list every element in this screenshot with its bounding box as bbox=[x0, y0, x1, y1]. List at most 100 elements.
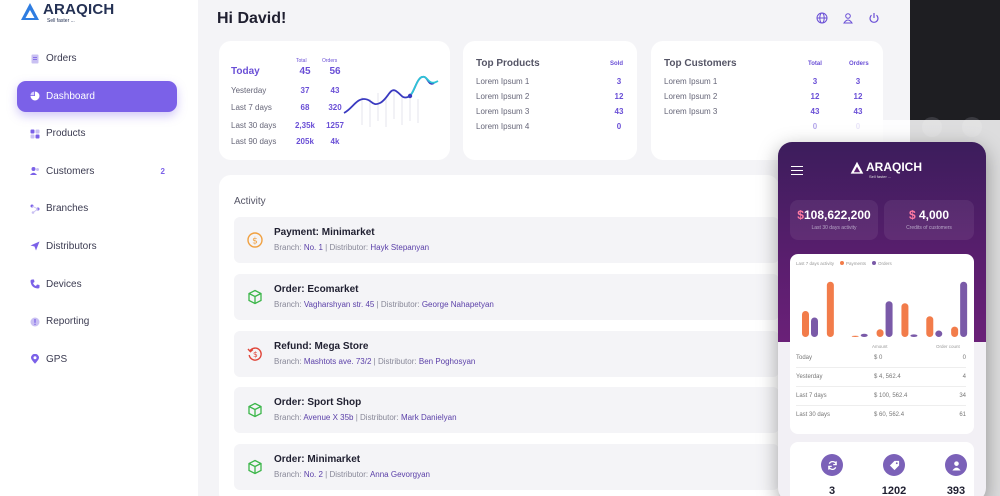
bar-orders-1 bbox=[811, 317, 818, 337]
activity-item[interactable]: Order: Ecomarket Branch: Vagharshyan str… bbox=[234, 274, 779, 320]
period-amount: $ 4, 562.4 bbox=[874, 374, 901, 380]
branch-link[interactable]: No. 2 bbox=[304, 470, 323, 479]
stats-label: Last 7 days bbox=[231, 103, 272, 112]
table-row: Last 7 days $ 100, 562.4 34 bbox=[796, 387, 966, 406]
period-amount: $ 100, 562.4 bbox=[874, 393, 908, 399]
top-products-title: Top Products bbox=[476, 58, 540, 69]
table-row: Last 30 days $ 60, 562.4 61 bbox=[796, 406, 966, 425]
stats-orders: 4k bbox=[330, 137, 340, 146]
legend-label: Orders bbox=[878, 261, 892, 266]
info-icon bbox=[30, 317, 40, 327]
col-head-total: Total bbox=[808, 61, 822, 67]
list-item[interactable]: Lorem Ipsum 2 12 12 bbox=[664, 92, 874, 101]
bar-payments-6 bbox=[926, 316, 934, 337]
user-icon[interactable] bbox=[840, 10, 856, 26]
stats-total: 205k bbox=[296, 137, 314, 146]
legend-item-orders: Orders bbox=[872, 261, 892, 266]
distributor-link[interactable]: Ben Poghosyan bbox=[419, 357, 476, 366]
brand-logo[interactable]: ARAQICH Sell faster ... bbox=[20, 2, 114, 24]
globe-icon[interactable] bbox=[814, 10, 830, 26]
period-count: 4 bbox=[962, 374, 966, 380]
product-name: Lorem Ipsum 1 bbox=[476, 77, 530, 86]
customer-name: Lorem Ipsum 2 bbox=[664, 92, 718, 101]
list-item[interactable]: Lorem Ipsum 1 3 bbox=[476, 77, 626, 86]
sidebar-item-label: Branches bbox=[46, 203, 89, 215]
sidebar-item-reporting[interactable]: Reporting bbox=[17, 306, 177, 337]
list-item[interactable]: Lorem Ipsum 3 43 bbox=[476, 107, 626, 116]
activity-item-title: Order: Sport Shop bbox=[274, 397, 362, 408]
legend-dot bbox=[840, 261, 845, 265]
branch-link[interactable]: Avenue X 35b bbox=[303, 413, 353, 422]
list-item[interactable]: Lorem Ipsum 2 12 bbox=[476, 92, 626, 101]
summary-tile[interactable]: 3 bbox=[812, 454, 852, 496]
activity-item-details: Branch: No. 1 | Distributor: Hayk Stepan… bbox=[274, 243, 430, 252]
branch-label: Branch: bbox=[274, 413, 302, 422]
sidebar-item-gps[interactable]: GPS bbox=[17, 344, 177, 375]
period-amount: $ 60, 562.4 bbox=[874, 412, 905, 418]
top-products-card: Top Products Sold Lorem Ipsum 1 3 Lorem I… bbox=[463, 41, 637, 160]
bar-orders-4 bbox=[885, 301, 893, 337]
activity-item[interactable]: $ Payment: Minimarket Branch: No. 1 | Di… bbox=[234, 217, 779, 263]
stats-head-orders: Orders bbox=[322, 58, 338, 64]
stats-row: Last 7 days 68 320 bbox=[231, 103, 350, 112]
summary-value: 1202 bbox=[881, 485, 907, 496]
hamburger-menu-icon[interactable] bbox=[791, 166, 803, 175]
bar-orders-5 bbox=[910, 334, 918, 337]
sidebar-item-customers[interactable]: Customers 2 bbox=[17, 156, 177, 187]
sidebar-item-products[interactable]: Products bbox=[17, 118, 177, 149]
product-name: Lorem Ipsum 4 bbox=[476, 122, 530, 131]
list-item[interactable]: Lorem Ipsum 4 0 bbox=[476, 122, 626, 131]
period-count: 0 bbox=[962, 355, 966, 361]
sidebar-item-devices[interactable]: Devices bbox=[17, 269, 177, 300]
summary-tile[interactable]: 393 bbox=[936, 454, 976, 496]
activity-item-title: Refund: Mega Store bbox=[274, 341, 369, 352]
activity-label: Last 30 days activity bbox=[811, 225, 857, 231]
activity-item[interactable]: $ Refund: Mega Store Branch: Mashtots av… bbox=[234, 331, 779, 377]
credits-stat: $ 4,000 Credits of customers bbox=[884, 200, 974, 240]
list-item[interactable]: Lorem Ipsum 1 3 3 bbox=[664, 77, 874, 86]
branch-label: Branch: bbox=[274, 243, 302, 252]
send-icon bbox=[30, 241, 40, 251]
distributor-link[interactable]: Anna Gevorgyan bbox=[370, 470, 430, 479]
distributor-label: Distributor: bbox=[377, 357, 417, 366]
activity-item[interactable]: Order: Sport Shop Branch: Avenue X 35b |… bbox=[234, 387, 779, 433]
branch-label: Branch: bbox=[274, 470, 302, 479]
sidebar-item-distributors[interactable]: Distributors bbox=[17, 231, 177, 262]
phone-icon bbox=[30, 279, 40, 289]
activity-item[interactable]: Order: Minimarket Branch: No. 2 | Distri… bbox=[234, 444, 779, 490]
branch-link[interactable]: Vagharshyan str. 45 bbox=[304, 300, 375, 309]
activity-item-details: Branch: Mashtots ave. 73/2 | Distributor… bbox=[274, 357, 476, 366]
chart-caption: Last 7 days activity bbox=[796, 261, 835, 266]
period-count: 34 bbox=[959, 393, 966, 399]
product-sold: 3 bbox=[616, 77, 622, 86]
sidebar-item-label: Customers bbox=[46, 165, 95, 177]
period-label: Last 30 days bbox=[796, 412, 831, 418]
refresh-icon bbox=[821, 454, 843, 476]
customer-orders: 43 bbox=[853, 107, 863, 116]
sidebar-item-label: Distributors bbox=[46, 240, 97, 252]
distributor-link[interactable]: Mark Danielyan bbox=[401, 413, 457, 422]
sidebar-item-dashboard[interactable]: Dashboard bbox=[17, 80, 177, 112]
branch-link[interactable]: Mashtots ave. 73/2 bbox=[304, 357, 372, 366]
col-head-sold: Sold bbox=[610, 61, 623, 67]
power-icon[interactable] bbox=[866, 10, 882, 26]
bar-payments-3 bbox=[851, 335, 859, 337]
activity-item-details: Branch: No. 2 | Distributor: Anna Gevorg… bbox=[274, 470, 430, 479]
branch-link[interactable]: No. 1 bbox=[304, 243, 323, 252]
distributor-link[interactable]: George Nahapetyan bbox=[422, 300, 494, 309]
sidebar-item-orders[interactable]: Orders bbox=[17, 43, 177, 74]
summary-tile[interactable]: 1202 bbox=[874, 454, 914, 496]
pie-chart-icon bbox=[30, 91, 40, 101]
branch-label: Branch: bbox=[274, 357, 302, 366]
legend-dot bbox=[872, 261, 877, 265]
summary-value: 3 bbox=[828, 485, 836, 496]
svg-text:$: $ bbox=[252, 237, 258, 247]
sidebar-item-branches[interactable]: Branches bbox=[17, 193, 177, 224]
stats-row: Yesterday 37 43 bbox=[231, 86, 350, 95]
distributor-link[interactable]: Hayk Stepanyan bbox=[370, 243, 429, 252]
customers-count-badge: 2 bbox=[160, 166, 165, 176]
list-item[interactable]: Lorem Ipsum 3 43 43 bbox=[664, 107, 874, 116]
weekly-bar-chart bbox=[802, 281, 968, 337]
mobile-app-preview: ARAQICH Sell faster ... $108,622,200 Las… bbox=[778, 142, 986, 496]
period-label: Today bbox=[796, 355, 813, 361]
